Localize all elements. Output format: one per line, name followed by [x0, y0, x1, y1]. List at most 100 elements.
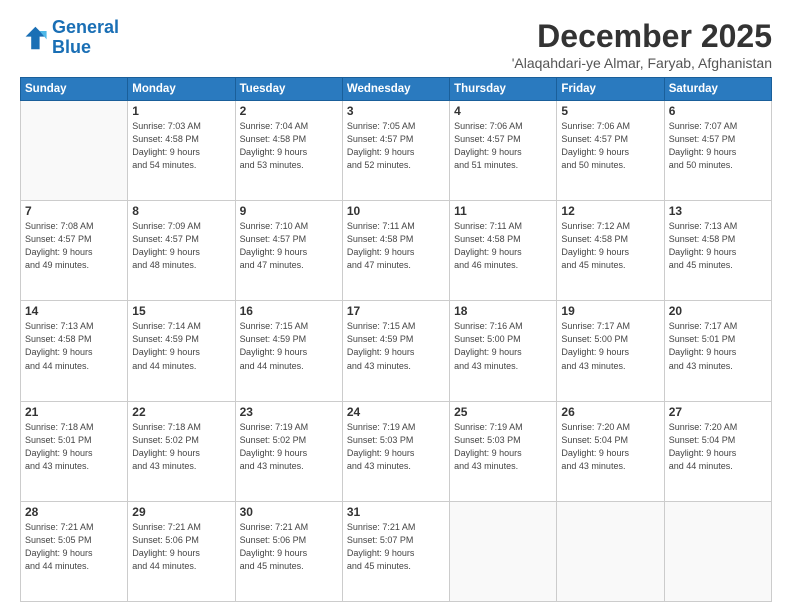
header-friday: Friday — [557, 78, 664, 101]
day-number: 20 — [669, 304, 767, 318]
day-info: Sunrise: 7:17 AM Sunset: 5:01 PM Dayligh… — [669, 320, 767, 372]
calendar-cell: 30Sunrise: 7:21 AM Sunset: 5:06 PM Dayli… — [235, 501, 342, 601]
calendar-cell: 23 Sunrise: 7:19 AM Sunset: 5:02 PM Dayli… — [235, 401, 342, 501]
day-info: Sunrise: 7:20 AM Sunset: 5:04 PM Dayligh… — [669, 421, 767, 473]
calendar-cell: 29 Sunrise: 7:21 AM Sunset: 5:06 PM Dayli… — [128, 501, 235, 601]
calendar-cell: 11 Sunrise: 7:11 AM Sunset: 4:58 PM Dayli… — [450, 201, 557, 301]
calendar-cell: 5Sunrise: 7:06 AM Sunset: 4:57 PM Daylig… — [557, 101, 664, 201]
day-info: Sunrise: 7:11 AM Sunset: 4:58 PM Dayligh… — [454, 220, 552, 272]
day-number: 15 — [132, 304, 230, 318]
calendar-week-row: 1 Sunrise: 7:03 AM Sunset: 4:58 PM Daylig… — [21, 101, 772, 201]
day-info: Sunrise: 7:19 AM Sunset: 5:03 PM Dayligh… — [454, 421, 552, 473]
day-info: Sunrise: 7:20 AM Sunset: 5:04 PM Dayligh… — [561, 421, 659, 473]
calendar-cell: 26 Sunrise: 7:20 AM Sunset: 5:04 PM Dayli… — [557, 401, 664, 501]
calendar-cell: 17Sunrise: 7:15 AM Sunset: 4:59 PM Dayli… — [342, 301, 449, 401]
day-number: 4 — [454, 104, 552, 118]
day-info: Sunrise: 7:06 AM Sunset: 4:57 PM Dayligh… — [561, 120, 659, 172]
day-number: 2 — [240, 104, 338, 118]
calendar-cell: 28 Sunrise: 7:21 AM Sunset: 5:05 PM Dayli… — [21, 501, 128, 601]
day-number: 12 — [561, 204, 659, 218]
calendar-week-row: 7 Sunrise: 7:08 AM Sunset: 4:57 PM Daylig… — [21, 201, 772, 301]
day-number: 7 — [25, 204, 123, 218]
calendar-cell: 14Sunrise: 7:13 AM Sunset: 4:58 PM Dayli… — [21, 301, 128, 401]
day-number: 19 — [561, 304, 659, 318]
calendar-cell: 7 Sunrise: 7:08 AM Sunset: 4:57 PM Daylig… — [21, 201, 128, 301]
calendar-cell: 22Sunrise: 7:18 AM Sunset: 5:02 PM Dayli… — [128, 401, 235, 501]
day-info: Sunrise: 7:09 AM Sunset: 4:57 PM Dayligh… — [132, 220, 230, 272]
logo-area: General Blue — [20, 18, 119, 58]
calendar-cell: 8 Sunrise: 7:09 AM Sunset: 4:57 PM Daylig… — [128, 201, 235, 301]
day-info: Sunrise: 7:21 AM Sunset: 5:05 PM Dayligh… — [25, 521, 123, 573]
day-info: Sunrise: 7:19 AM Sunset: 5:02 PM Dayligh… — [240, 421, 338, 473]
day-info: Sunrise: 7:18 AM Sunset: 5:01 PM Dayligh… — [25, 421, 123, 473]
calendar-cell: 15 Sunrise: 7:14 AM Sunset: 4:59 PM Dayli… — [128, 301, 235, 401]
day-info: Sunrise: 7:17 AM Sunset: 5:00 PM Dayligh… — [561, 320, 659, 372]
day-info: Sunrise: 7:21 AM Sunset: 5:06 PM Dayligh… — [240, 521, 338, 573]
calendar-cell: 12 Sunrise: 7:12 AM Sunset: 4:58 PM Dayli… — [557, 201, 664, 301]
calendar-cell: 3 Sunrise: 7:05 AM Sunset: 4:57 PM Daylig… — [342, 101, 449, 201]
day-info: Sunrise: 7:03 AM Sunset: 4:58 PM Dayligh… — [132, 120, 230, 172]
day-info: Sunrise: 7:10 AM Sunset: 4:57 PM Dayligh… — [240, 220, 338, 272]
header-monday: Monday — [128, 78, 235, 101]
calendar-week-row: 14Sunrise: 7:13 AM Sunset: 4:58 PM Dayli… — [21, 301, 772, 401]
logo-text: General Blue — [52, 18, 119, 58]
day-number: 18 — [454, 304, 552, 318]
header-thursday: Thursday — [450, 78, 557, 101]
day-number: 29 — [132, 505, 230, 519]
calendar-cell: 9 Sunrise: 7:10 AM Sunset: 4:57 PM Daylig… — [235, 201, 342, 301]
logo-line1: General — [52, 17, 119, 37]
day-number: 9 — [240, 204, 338, 218]
calendar-week-row: 21 Sunrise: 7:18 AM Sunset: 5:01 PM Dayli… — [21, 401, 772, 501]
location-title: 'Alaqahdari-ye Almar, Faryab, Afghanista… — [512, 55, 772, 71]
calendar-cell: 25 Sunrise: 7:19 AM Sunset: 5:03 PM Dayli… — [450, 401, 557, 501]
day-number: 21 — [25, 405, 123, 419]
calendar-cell — [21, 101, 128, 201]
day-number: 6 — [669, 104, 767, 118]
day-number: 24 — [347, 405, 445, 419]
logo-line2: Blue — [52, 37, 91, 57]
calendar-cell: 2 Sunrise: 7:04 AM Sunset: 4:58 PM Daylig… — [235, 101, 342, 201]
day-number: 3 — [347, 104, 445, 118]
day-number: 27 — [669, 405, 767, 419]
day-info: Sunrise: 7:05 AM Sunset: 4:57 PM Dayligh… — [347, 120, 445, 172]
calendar-cell: 10 Sunrise: 7:11 AM Sunset: 4:58 PM Dayli… — [342, 201, 449, 301]
calendar-cell — [557, 501, 664, 601]
day-info: Sunrise: 7:13 AM Sunset: 4:58 PM Dayligh… — [669, 220, 767, 272]
day-number: 10 — [347, 204, 445, 218]
day-info: Sunrise: 7:07 AM Sunset: 4:57 PM Dayligh… — [669, 120, 767, 172]
day-info: Sunrise: 7:14 AM Sunset: 4:59 PM Dayligh… — [132, 320, 230, 372]
calendar-header-row: Sunday Monday Tuesday Wednesday Thursday… — [21, 78, 772, 101]
day-number: 26 — [561, 405, 659, 419]
day-number: 23 — [240, 405, 338, 419]
day-info: Sunrise: 7:04 AM Sunset: 4:58 PM Dayligh… — [240, 120, 338, 172]
title-area: December 2025 'Alaqahdari-ye Almar, Fary… — [512, 18, 772, 71]
calendar-cell: 16 Sunrise: 7:15 AM Sunset: 4:59 PM Dayli… — [235, 301, 342, 401]
day-number: 14 — [25, 304, 123, 318]
day-info: Sunrise: 7:15 AM Sunset: 4:59 PM Dayligh… — [240, 320, 338, 372]
header-sunday: Sunday — [21, 78, 128, 101]
day-number: 1 — [132, 104, 230, 118]
calendar-week-row: 28 Sunrise: 7:21 AM Sunset: 5:05 PM Dayli… — [21, 501, 772, 601]
calendar-cell: 4 Sunrise: 7:06 AM Sunset: 4:57 PM Daylig… — [450, 101, 557, 201]
day-number: 8 — [132, 204, 230, 218]
day-number: 28 — [25, 505, 123, 519]
day-info: Sunrise: 7:15 AM Sunset: 4:59 PM Dayligh… — [347, 320, 445, 372]
calendar-cell: 24Sunrise: 7:19 AM Sunset: 5:03 PM Dayli… — [342, 401, 449, 501]
day-number: 25 — [454, 405, 552, 419]
day-number: 11 — [454, 204, 552, 218]
calendar-cell: 13 Sunrise: 7:13 AM Sunset: 4:58 PM Dayli… — [664, 201, 771, 301]
month-title: December 2025 — [512, 18, 772, 55]
day-info: Sunrise: 7:21 AM Sunset: 5:06 PM Dayligh… — [132, 521, 230, 573]
day-info: Sunrise: 7:08 AM Sunset: 4:57 PM Dayligh… — [25, 220, 123, 272]
day-info: Sunrise: 7:06 AM Sunset: 4:57 PM Dayligh… — [454, 120, 552, 172]
day-number: 13 — [669, 204, 767, 218]
day-info: Sunrise: 7:12 AM Sunset: 4:58 PM Dayligh… — [561, 220, 659, 272]
calendar-cell — [664, 501, 771, 601]
day-number: 16 — [240, 304, 338, 318]
calendar-cell: 21 Sunrise: 7:18 AM Sunset: 5:01 PM Dayli… — [21, 401, 128, 501]
day-info: Sunrise: 7:11 AM Sunset: 4:58 PM Dayligh… — [347, 220, 445, 272]
day-number: 22 — [132, 405, 230, 419]
day-number: 31 — [347, 505, 445, 519]
calendar-table: Sunday Monday Tuesday Wednesday Thursday… — [20, 77, 772, 602]
calendar-cell: 1 Sunrise: 7:03 AM Sunset: 4:58 PM Daylig… — [128, 101, 235, 201]
